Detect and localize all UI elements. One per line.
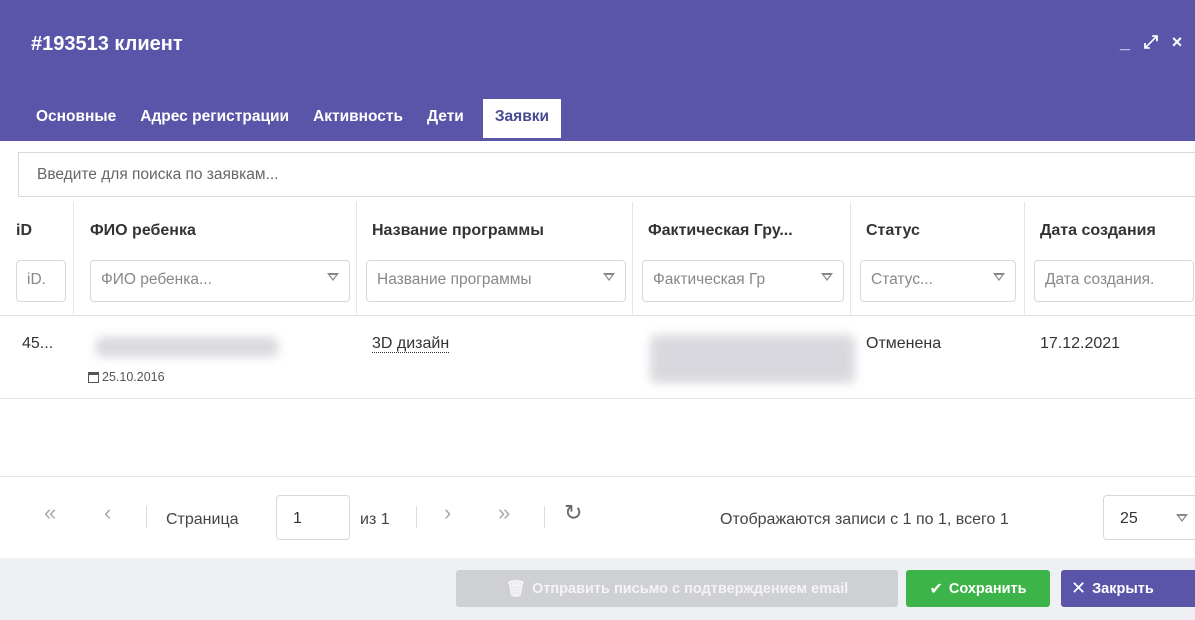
page-size-select[interactable]: 25 [1103, 495, 1195, 540]
x-icon: ✕ [1071, 578, 1087, 598]
filter-id[interactable]: iD. [16, 260, 66, 302]
tab-main[interactable]: Основные [24, 96, 128, 141]
column-header-id: iD [16, 222, 32, 239]
records-summary: Отображаются записи с 1 по 1, всего 1 [720, 511, 1009, 528]
close-icon[interactable]: × [1167, 32, 1187, 53]
filter-status[interactable]: Статус... [860, 260, 1016, 302]
page-count-label: из 1 [360, 511, 390, 528]
tab-activity[interactable]: Активность [301, 96, 415, 141]
tab-children[interactable]: Дети [415, 96, 476, 141]
check-icon: ✔ [929, 580, 943, 598]
pagination-bar: « ‹ Страница 1 из 1 › » ↻ Отображаются з… [0, 490, 1195, 550]
cell-status: Отменена [866, 335, 942, 352]
page-label: Страница [166, 511, 239, 528]
blurred-actual-group [650, 335, 855, 383]
first-page-icon[interactable]: « [44, 500, 56, 526]
close-button[interactable]: ✕ Закрыть [1061, 570, 1195, 607]
filter-actual-group[interactable]: Фактическая Гр [642, 260, 844, 302]
column-header-child-name: ФИО ребенка [90, 222, 196, 239]
minimize-icon[interactable]: _ [1115, 32, 1135, 53]
window-title: #193513 клиент [31, 33, 183, 55]
filter-created[interactable]: Дата создания. [1034, 260, 1194, 302]
program-link[interactable]: 3D дизайн [372, 335, 450, 353]
page-size-value: 25 [1120, 510, 1138, 527]
refresh-icon[interactable]: ↻ [564, 500, 582, 526]
tab-bar: Основные Адрес регистрации Активность Де… [24, 96, 565, 141]
column-created: Дата создания Дата создания. [1024, 202, 1195, 316]
chevron-down-icon [1176, 514, 1188, 522]
last-page-icon[interactable]: » [498, 500, 510, 526]
column-id: iD iD. [8, 202, 73, 316]
prev-page-icon[interactable]: ‹ [104, 500, 111, 526]
filter-status-text: Статус... [871, 271, 933, 288]
table-row[interactable]: 45... 25.10.2016 3D дизайн Отменена 17.1… [0, 317, 1195, 399]
pager-separator [146, 506, 147, 528]
chevron-down-icon [603, 273, 615, 281]
maximize-icon[interactable]: ⤢ [1141, 32, 1161, 53]
trash-icon: 🗑 [505, 580, 527, 598]
pager-separator [544, 506, 545, 528]
chevron-down-icon [821, 273, 833, 281]
table-header: iD iD. ФИО ребенка ФИО ребенка... Назван… [0, 202, 1195, 316]
child-birthdate-text: 25.10.2016 [102, 370, 165, 384]
window-header: #193513 клиент _ ⤢ × Основные Адрес реги… [0, 0, 1195, 141]
save-label: Сохранить [948, 580, 1027, 597]
child-birthdate: 25.10.2016 [88, 370, 165, 384]
column-status: Статус Статус... [850, 202, 1024, 316]
column-header-actual-group: Фактическая Гру... [648, 222, 793, 239]
chevron-down-icon [327, 273, 339, 281]
tab-applications[interactable]: Заявки [479, 96, 565, 141]
send-email-label: Отправить письмо с подтверждением email [532, 580, 849, 597]
cell-id: 45... [22, 335, 54, 352]
search-input[interactable]: Введите для поиска по заявкам... [18, 152, 1195, 197]
filter-child-name[interactable]: ФИО ребенка... [90, 260, 350, 302]
cell-created: 17.12.2021 [1040, 335, 1121, 352]
dialog-footer: 🗑 Отправить письмо с подтверждением emai… [0, 558, 1195, 620]
filter-child-name-text: ФИО ребенка... [101, 271, 212, 288]
filter-program-text: Название программы [377, 271, 532, 288]
blurred-child-name [96, 337, 278, 357]
page-number-input[interactable]: 1 [276, 495, 350, 540]
column-program: Название программы Название программы [356, 202, 632, 316]
chevron-down-icon [993, 273, 1005, 281]
column-header-status: Статус [866, 222, 920, 239]
calendar-icon [88, 371, 99, 383]
column-actual-group: Фактическая Гру... Фактическая Гр [632, 202, 850, 316]
cell-program[interactable]: 3D дизайн [372, 335, 450, 353]
next-page-icon[interactable]: › [444, 500, 451, 526]
column-header-created: Дата создания [1040, 222, 1156, 239]
tab-registration-address[interactable]: Адрес регистрации [128, 96, 301, 141]
column-child-name: ФИО ребенка ФИО ребенка... [80, 202, 356, 316]
save-button[interactable]: ✔ Сохранить [906, 570, 1050, 607]
close-label: Закрыть [1092, 580, 1154, 597]
pager-separator [416, 506, 417, 528]
window-controls: _ ⤢ × [1115, 32, 1187, 53]
filter-actual-group-text: Фактическая Гр [653, 271, 766, 288]
pager-divider [0, 476, 1195, 477]
column-header-program: Название программы [372, 222, 544, 239]
send-confirmation-email-button[interactable]: 🗑 Отправить письмо с подтверждением emai… [456, 570, 898, 607]
filter-program[interactable]: Название программы [366, 260, 626, 302]
